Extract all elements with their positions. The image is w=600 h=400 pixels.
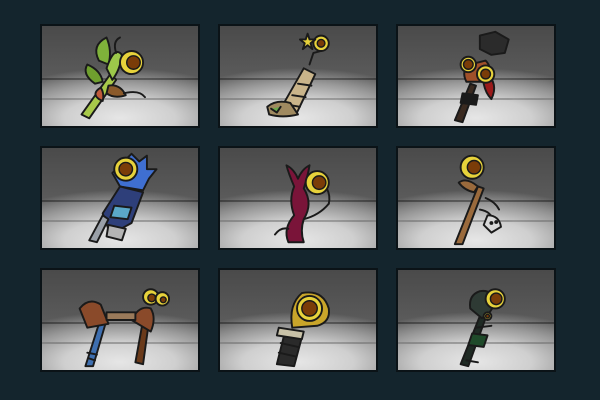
- green-tentacle-eye-staff-icon: [80, 36, 146, 120]
- staff-tile-2[interactable]: [218, 24, 378, 128]
- brown-twin-eye-totem-staff-icon: [78, 288, 170, 368]
- stone-tower-eye-staff-icon: [266, 32, 330, 118]
- staff-tile-5[interactable]: [218, 146, 378, 250]
- blue-crystal-eye-staff-icon: [88, 152, 158, 244]
- dark-green-eye-staff-icon: [459, 288, 506, 368]
- staff-tile-4[interactable]: [40, 146, 200, 250]
- pillar-eye-staff-icon: [275, 291, 330, 368]
- crimson-tentacle-eye-staff-icon: [273, 164, 331, 244]
- staff-tile-3[interactable]: [396, 24, 556, 128]
- staff-selection-grid: [0, 0, 600, 400]
- staff-tile-9[interactable]: [396, 268, 556, 372]
- staff-tile-1[interactable]: [40, 24, 200, 128]
- staff-tile-6[interactable]: [396, 146, 556, 250]
- dark-twin-eye-staff-icon: [453, 30, 510, 124]
- staff-tile-8[interactable]: [218, 268, 378, 372]
- wooden-skull-eye-staff-icon: [453, 154, 502, 246]
- staff-tile-7[interactable]: [40, 268, 200, 372]
